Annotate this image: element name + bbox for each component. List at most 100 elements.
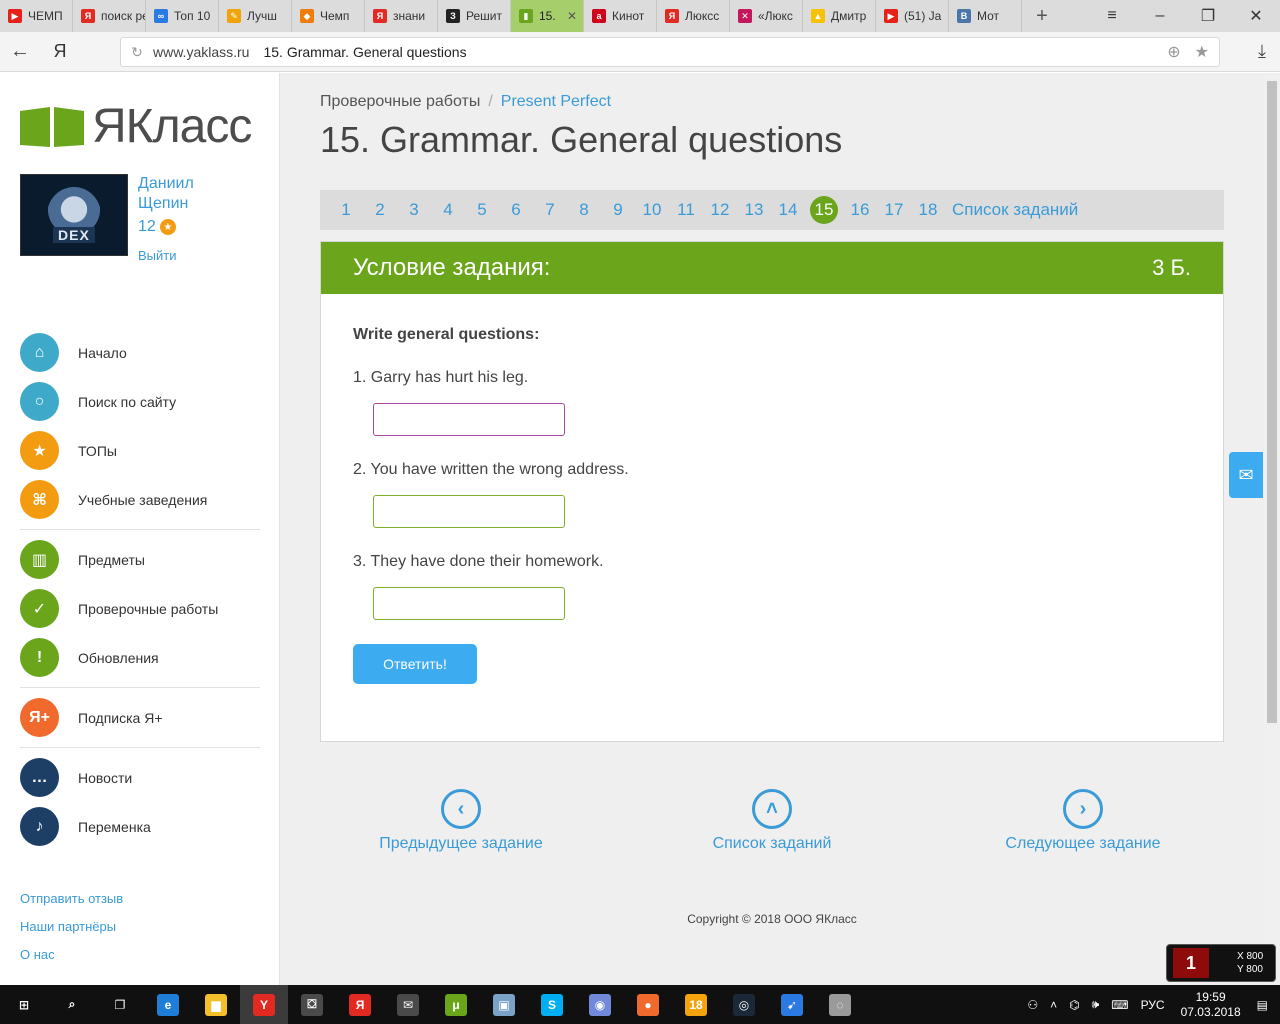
user-first-name[interactable]: Даниил: [138, 174, 194, 194]
pager-page-11[interactable]: 11: [674, 196, 698, 224]
browser-tab[interactable]: а Кинот: [584, 0, 657, 32]
taskbar-app[interactable]: e: [144, 985, 192, 1024]
browser-tab[interactable]: ▲ Дмитр: [803, 0, 876, 32]
network-icon[interactable]: ⌬: [1069, 998, 1079, 1012]
browser-menu-icon[interactable]: ≡: [1088, 0, 1136, 32]
page-scrollbar[interactable]: [1264, 73, 1280, 985]
browser-tab[interactable]: ▶ ЧЕМП: [0, 0, 73, 32]
pager-page-7[interactable]: 7: [538, 196, 562, 224]
feedback-mail-button[interactable]: ✉: [1229, 452, 1263, 498]
taskbar-app[interactable]: S: [528, 985, 576, 1024]
yandex-home-icon[interactable]: Я: [40, 41, 80, 62]
browser-tab[interactable]: ▮ 15. ✕: [511, 0, 584, 32]
pager-page-1[interactable]: 1: [334, 196, 358, 224]
user-last-name[interactable]: Щепин: [138, 194, 194, 214]
back-arrow-icon[interactable]: ←: [0, 40, 40, 63]
sidebar-item[interactable]: ○ Поиск по сайту: [20, 377, 260, 426]
download-icon[interactable]: ⤓: [1258, 41, 1266, 62]
taskbar-app[interactable]: μ: [432, 985, 480, 1024]
browser-tab[interactable]: ✎ Лучш: [219, 0, 292, 32]
language-indicator[interactable]: РУС: [1141, 998, 1165, 1012]
clock[interactable]: 19:59 07.03.2018: [1181, 990, 1241, 1020]
taskbar-app[interactable]: ❐: [96, 985, 144, 1024]
breadcrumb-current[interactable]: Present Perfect: [501, 93, 611, 110]
sidebar-item[interactable]: ✓ Проверочные работы: [20, 584, 260, 633]
sidebar-item[interactable]: ★ ТОПы: [20, 426, 260, 475]
taskbar-app[interactable]: ✉: [384, 985, 432, 1024]
browser-tab[interactable]: ▶ (51) Ja: [876, 0, 949, 32]
tray-expand-icon[interactable]: ˄: [1050, 998, 1057, 1012]
taskbar-app[interactable]: Я: [336, 985, 384, 1024]
logout-link[interactable]: Выйти: [138, 248, 194, 263]
pager-page-17[interactable]: 17: [882, 196, 906, 224]
pager-page-3[interactable]: 3: [402, 196, 426, 224]
next-task-button[interactable]: › Следующее задание: [1000, 789, 1166, 853]
pager-page-15[interactable]: 15: [810, 196, 838, 224]
notifications-icon[interactable]: ▤: [1257, 998, 1268, 1012]
pager-page-2[interactable]: 2: [368, 196, 392, 224]
browser-tab[interactable]: Язнани: [365, 0, 438, 32]
answer-input-2[interactable]: [373, 495, 565, 528]
translate-icon[interactable]: ⊕: [1167, 42, 1180, 62]
close-tab-icon[interactable]: ✕: [567, 9, 577, 23]
pager-page-4[interactable]: 4: [436, 196, 460, 224]
pager-page-9[interactable]: 9: [606, 196, 630, 224]
taskbar-app[interactable]: ◉: [576, 985, 624, 1024]
feedback-link[interactable]: Отправить отзыв: [20, 891, 123, 906]
browser-tab[interactable]: ◆ Чемп: [292, 0, 365, 32]
scrollbar-thumb[interactable]: [1267, 81, 1277, 723]
breadcrumb-root[interactable]: Проверочные работы: [320, 93, 480, 110]
reload-icon[interactable]: ↻: [121, 44, 153, 61]
previous-task-button[interactable]: ‹ Предыдущее задание: [376, 789, 546, 853]
sidebar-item[interactable]: ⌘ Учебные заведения: [20, 475, 260, 524]
sidebar-item[interactable]: ♪ Переменка: [20, 802, 260, 851]
taskbar-app[interactable]: ▆: [192, 985, 240, 1024]
sidebar-item[interactable]: ▥ Предметы: [20, 535, 260, 584]
pager-task-list-link[interactable]: Список заданий: [952, 200, 1078, 220]
pager-page-5[interactable]: 5: [470, 196, 494, 224]
about-link[interactable]: О нас: [20, 947, 123, 962]
bookmark-star-icon[interactable]: ★: [1195, 42, 1209, 62]
sidebar-item[interactable]: … Новости: [20, 753, 260, 802]
avatar[interactable]: DEX: [20, 174, 128, 256]
pager-page-8[interactable]: 8: [572, 196, 596, 224]
people-icon[interactable]: ⚇: [1027, 998, 1038, 1012]
submit-answer-button[interactable]: Ответить!: [353, 644, 477, 684]
pager-page-14[interactable]: 14: [776, 196, 800, 224]
pager-page-13[interactable]: 13: [742, 196, 766, 224]
taskbar-app[interactable]: ⌕: [48, 985, 96, 1024]
minimize-icon[interactable]: –: [1136, 0, 1184, 32]
partners-link[interactable]: Наши партнёры: [20, 919, 123, 934]
answer-input-3[interactable]: [373, 587, 565, 620]
pager-page-10[interactable]: 10: [640, 196, 664, 224]
pager-page-16[interactable]: 16: [848, 196, 872, 224]
taskbar-app[interactable]: ▣: [480, 985, 528, 1024]
keyboard-icon[interactable]: ⌨: [1111, 998, 1128, 1012]
new-tab-button[interactable]: +: [1022, 5, 1062, 28]
user-score[interactable]: 12 ★: [138, 218, 194, 236]
taskbar-app[interactable]: ◌: [816, 985, 864, 1024]
sidebar-item[interactable]: Я+ Подписка Я+: [20, 693, 260, 742]
taskbar-app[interactable]: ◎: [720, 985, 768, 1024]
volume-icon[interactable]: 🕪: [1092, 997, 1100, 1012]
taskbar-app[interactable]: ⛋: [288, 985, 336, 1024]
browser-tab[interactable]: Япоиск ре: [73, 0, 146, 32]
task-list-button[interactable]: ˄ Список заданий: [697, 789, 847, 853]
maximize-icon[interactable]: ❐: [1184, 0, 1232, 32]
taskbar-app[interactable]: 18: [672, 985, 720, 1024]
sidebar-item[interactable]: ! Обновления: [20, 633, 260, 682]
browser-tab[interactable]: З Решит: [438, 0, 511, 32]
pager-page-6[interactable]: 6: [504, 196, 528, 224]
taskbar-app[interactable]: Y: [240, 985, 288, 1024]
sidebar-item[interactable]: ⌂ Начало: [20, 328, 260, 377]
answer-input-1[interactable]: [373, 403, 565, 436]
taskbar-app[interactable]: ⊞: [0, 985, 48, 1024]
url-field[interactable]: ↻ www.yaklass.ru 15. Grammar. General qu…: [120, 37, 1220, 67]
close-window-icon[interactable]: ✕: [1232, 0, 1280, 32]
browser-tab[interactable]: Я Люксс: [657, 0, 730, 32]
pager-page-18[interactable]: 18: [916, 196, 940, 224]
taskbar-app[interactable]: ➹: [768, 985, 816, 1024]
browser-tab[interactable]: В Мот: [949, 0, 1022, 32]
pager-page-12[interactable]: 12: [708, 196, 732, 224]
site-logo[interactable]: ЯКласс: [20, 99, 252, 154]
